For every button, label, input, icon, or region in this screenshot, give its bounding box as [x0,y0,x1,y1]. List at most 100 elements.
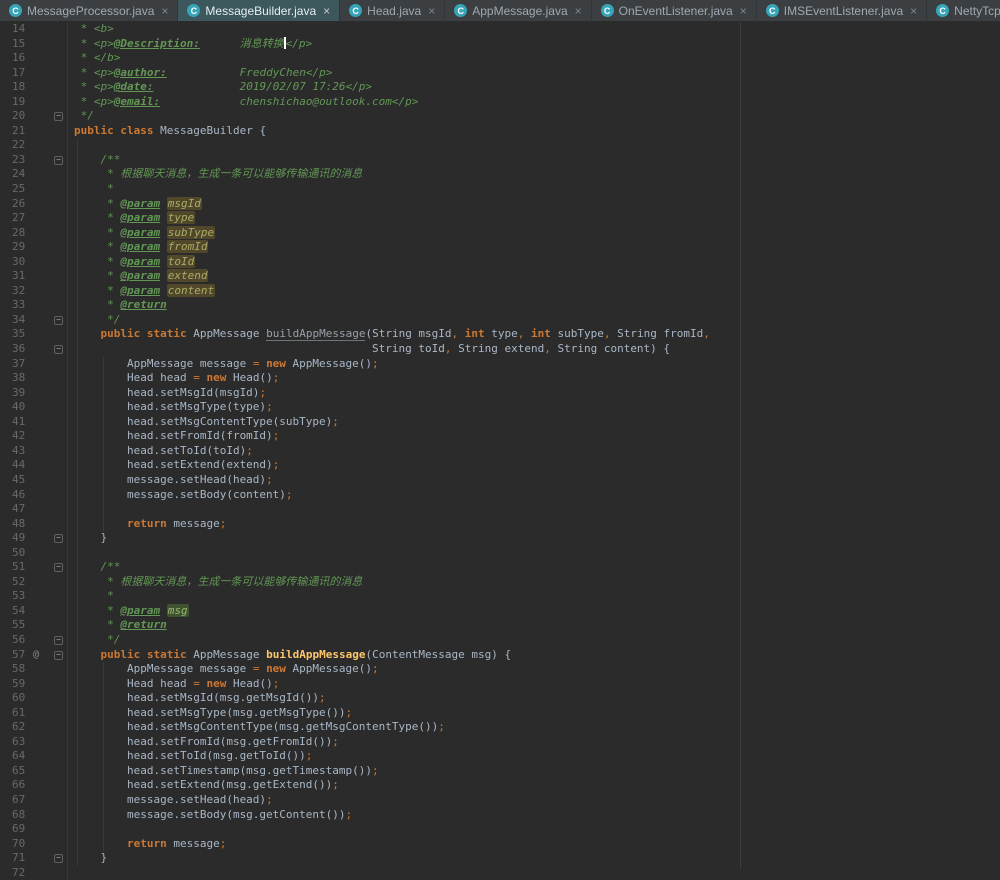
gutter[interactable]: 69 [0,822,68,837]
gutter[interactable]: 19 [0,95,68,110]
gutter[interactable]: 22 [0,138,68,153]
gutter[interactable]: 65 [0,764,68,779]
gutter[interactable]: 58 [0,662,68,677]
code-line[interactable]: 59 Head head = new Head(); [0,677,1000,692]
code-line[interactable]: 31 * @param extend [0,269,1000,284]
code-line[interactable]: 72 [0,866,1000,880]
gutter[interactable]: 62 [0,720,68,735]
code-line[interactable]: 33 * @return [0,298,1000,313]
gutter[interactable]: 41 [0,415,68,430]
code-line[interactable]: 49− } [0,531,1000,546]
editor-tab[interactable]: CMessageBuilder.java× [178,0,340,21]
code-line[interactable]: 21public class MessageBuilder { [0,124,1000,139]
code-line[interactable]: 18 * <p>@date: 2019/02/07 17:26</p> [0,80,1000,95]
code-line[interactable]: 50 [0,546,1000,561]
code-line[interactable]: 61 head.setMsgType(msg.getMsgType()); [0,706,1000,721]
gutter[interactable]: 31 [0,269,68,284]
gutter[interactable]: 63 [0,735,68,750]
gutter[interactable]: 49− [0,531,68,546]
fold-marker-icon[interactable]: − [54,156,63,165]
code-line[interactable]: 28 * @param subType [0,226,1000,241]
editor-tab[interactable]: CHead.java× [340,0,445,21]
code-line[interactable]: 57@− public static AppMessage buildAppMe… [0,648,1000,663]
gutter[interactable]: 43 [0,444,68,459]
gutter[interactable]: 40 [0,400,68,415]
gutter[interactable]: 30 [0,255,68,270]
code-line[interactable]: 41 head.setMsgContentType(subType); [0,415,1000,430]
tab-close-icon[interactable]: × [740,4,747,18]
code-line[interactable]: 15 * <p>@Description: 消息转换</p> [0,37,1000,52]
gutter[interactable]: 48 [0,517,68,532]
editor-tab[interactable]: CNettyTcpClient.java× [927,0,1000,21]
fold-marker-icon[interactable]: − [54,563,63,572]
code-line[interactable]: 54 * @param msg [0,604,1000,619]
gutter[interactable]: 67 [0,793,68,808]
gutter[interactable]: 14 [0,22,68,37]
code-line[interactable]: 26 * @param msgId [0,197,1000,212]
editor-tab[interactable]: CAppMessage.java× [445,0,591,21]
fold-marker-icon[interactable]: − [54,854,63,863]
code-line[interactable]: 16 * </b> [0,51,1000,66]
gutter[interactable]: 44 [0,458,68,473]
code-line[interactable]: 35 public static AppMessage buildAppMess… [0,327,1000,342]
gutter[interactable]: 54 [0,604,68,619]
tab-close-icon[interactable]: × [323,4,330,18]
gutter[interactable]: 38 [0,371,68,386]
code-line[interactable]: 25 * [0,182,1000,197]
fold-marker-icon[interactable]: − [54,651,63,660]
gutter[interactable]: 70 [0,837,68,852]
editor-tab[interactable]: CIMSEventListener.java× [757,0,927,21]
gutter[interactable]: 61 [0,706,68,721]
code-line[interactable]: 62 head.setMsgContentType(msg.getMsgCont… [0,720,1000,735]
tab-close-icon[interactable]: × [910,4,917,18]
gutter[interactable]: 36− [0,342,68,357]
code-line[interactable]: 70 return message; [0,837,1000,852]
code-line[interactable]: 58 AppMessage message = new AppMessage()… [0,662,1000,677]
code-line[interactable]: 56− */ [0,633,1000,648]
code-line[interactable]: 36− String toId, String extend, String c… [0,342,1000,357]
gutter[interactable]: 32 [0,284,68,299]
code-line[interactable]: 29 * @param fromId [0,240,1000,255]
gutter[interactable]: 29 [0,240,68,255]
gutter[interactable]: 68 [0,808,68,823]
code-line[interactable]: 68 message.setBody(msg.getContent()); [0,808,1000,823]
gutter[interactable]: 39 [0,386,68,401]
code-line[interactable]: 44 head.setExtend(extend); [0,458,1000,473]
code-line[interactable]: 69 [0,822,1000,837]
fold-marker-icon[interactable]: − [54,636,63,645]
gutter[interactable]: 35 [0,327,68,342]
code-line[interactable]: 14 * <b> [0,22,1000,37]
tab-close-icon[interactable]: × [161,4,168,18]
gutter[interactable]: 66 [0,778,68,793]
gutter[interactable]: 28 [0,226,68,241]
code-line[interactable]: 48 return message; [0,517,1000,532]
fold-marker-icon[interactable]: − [54,316,63,325]
code-line[interactable]: 65 head.setTimestamp(msg.getTimestamp())… [0,764,1000,779]
gutter[interactable]: 64 [0,749,68,764]
gutter[interactable]: 23− [0,153,68,168]
gutter[interactable]: 47 [0,502,68,517]
code-line[interactable]: 24 * 根据聊天消息，生成一条可以能够传输通讯的消息 [0,167,1000,182]
gutter[interactable]: 24 [0,167,68,182]
gutter[interactable]: 27 [0,211,68,226]
gutter[interactable]: 71− [0,851,68,866]
code-line[interactable]: 55 * @return [0,618,1000,633]
code-line[interactable]: 43 head.setToId(toId); [0,444,1000,459]
code-line[interactable]: 19 * <p>@email: chenshichao@outlook.com<… [0,95,1000,110]
code-line[interactable]: 20− */ [0,109,1000,124]
gutter[interactable]: 46 [0,488,68,503]
gutter[interactable]: 17 [0,66,68,81]
gutter[interactable]: 20− [0,109,68,124]
editor-tab[interactable]: CMessageProcessor.java× [0,0,178,21]
gutter[interactable]: 42 [0,429,68,444]
code-line[interactable]: 34− */ [0,313,1000,328]
code-line[interactable]: 71− } [0,851,1000,866]
code-line[interactable]: 40 head.setMsgType(type); [0,400,1000,415]
gutter[interactable]: 72 [0,866,68,880]
gutter[interactable]: 59 [0,677,68,692]
code-line[interactable]: 64 head.setToId(msg.getToId()); [0,749,1000,764]
tab-close-icon[interactable]: × [428,4,435,18]
code-line[interactable]: 53 * [0,589,1000,604]
gutter[interactable]: 52 [0,575,68,590]
gutter[interactable]: 60 [0,691,68,706]
